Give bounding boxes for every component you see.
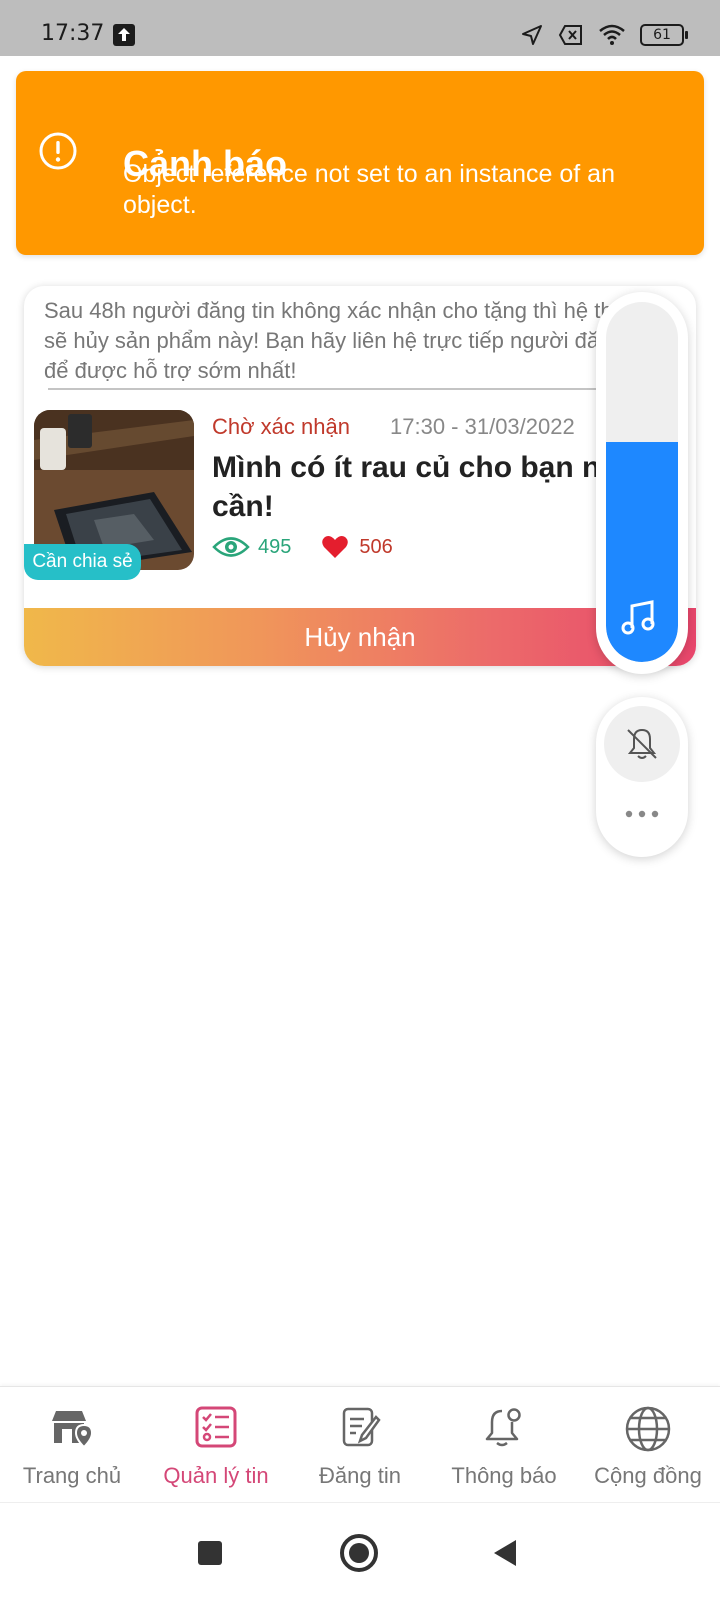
wifi-icon xyxy=(599,24,625,45)
home-button[interactable] xyxy=(340,1534,378,1572)
battery-icon: 61 xyxy=(640,24,688,46)
post-status: Chờ xác nhận xyxy=(212,414,350,439)
nav-label-notifications: Thông báo xyxy=(451,1463,557,1488)
nav-item-community[interactable]: Cộng đồng xyxy=(576,1387,720,1503)
status-time: 17:37 xyxy=(41,21,105,46)
system-navigation-bar xyxy=(0,1502,720,1600)
likes-count: 506 xyxy=(359,535,393,558)
data-off-icon xyxy=(558,25,582,45)
warning-circle-icon xyxy=(38,131,78,176)
nav-label-manage: Quản lý tin xyxy=(163,1463,269,1488)
nav-label-home: Trang chủ xyxy=(22,1463,122,1488)
nav-item-notifications[interactable]: Thông báo xyxy=(432,1387,576,1503)
eye-icon xyxy=(212,537,250,557)
heart-icon xyxy=(322,536,349,558)
upload-icon xyxy=(113,24,135,46)
status-bar: 17:37 61 xyxy=(0,0,720,56)
checklist-icon xyxy=(195,1406,237,1448)
post-notice: Sau 48h người đăng tin không xác nhận ch… xyxy=(44,298,653,383)
status-icons: 61 xyxy=(520,22,688,48)
nav-item-manage[interactable]: Quản lý tin xyxy=(144,1387,288,1503)
music-note-icon[interactable] xyxy=(616,598,668,643)
post-datetime: 17:30 - 31/03/2022 xyxy=(390,414,575,439)
location-arrow-icon xyxy=(522,25,542,45)
bell-off-icon xyxy=(627,728,657,759)
recents-button[interactable] xyxy=(198,1541,222,1565)
edit-document-icon xyxy=(342,1407,381,1447)
bottom-navigation: Trang chủ Quản lý tin Đăng tin Thông báo… xyxy=(0,1386,720,1502)
store-location-icon xyxy=(52,1411,94,1449)
nav-item-home[interactable]: Trang chủ xyxy=(0,1387,144,1503)
warning-toast[interactable]: Cảnh báo Object reference not set to an … xyxy=(16,71,704,255)
views-count: 495 xyxy=(258,535,292,558)
nav-item-post[interactable]: Đăng tin xyxy=(288,1387,432,1503)
mute-toggle-button[interactable] xyxy=(604,706,680,782)
divider xyxy=(48,388,668,390)
bell-icon xyxy=(485,1408,521,1447)
sound-mode-panel[interactable] xyxy=(596,697,688,857)
nav-label-post: Đăng tin xyxy=(319,1463,401,1488)
more-dots-icon[interactable] xyxy=(624,809,660,819)
need-share-badge: Cần chia sẻ xyxy=(24,544,141,580)
nav-label-community: Cộng đồng xyxy=(594,1463,702,1488)
post-stats: 495 506 xyxy=(212,532,393,562)
globe-icon xyxy=(625,1406,671,1452)
volume-panel[interactable] xyxy=(596,292,688,674)
back-button[interactable] xyxy=(494,1540,516,1566)
toast-message: Object reference not set to an instance … xyxy=(123,160,615,219)
